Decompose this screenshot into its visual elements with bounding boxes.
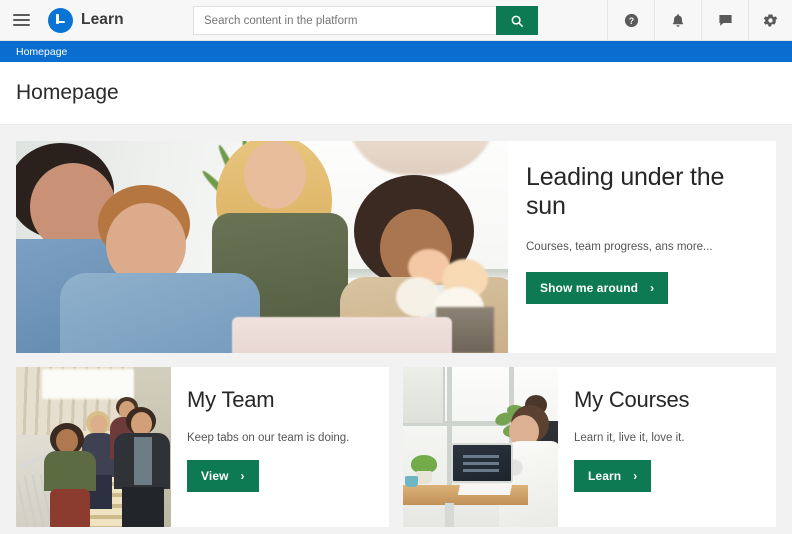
view-team-label: View: [201, 469, 229, 483]
person-ginger-beard-man: [60, 185, 260, 353]
laptop: [451, 443, 517, 487]
team-photo-scene: [16, 367, 171, 527]
my-team-heading: My Team: [187, 387, 275, 412]
notifications-bell-icon: [672, 13, 684, 27]
hamburger-line: [12, 19, 30, 21]
hamburger-line: [12, 14, 30, 16]
breadcrumb-item-homepage[interactable]: Homepage: [16, 46, 67, 58]
search-submit-button[interactable]: [496, 6, 538, 35]
help-icon: ?: [624, 13, 638, 27]
page-title-bar: Homepage: [0, 62, 792, 125]
chevron-right-icon: ›: [650, 281, 655, 295]
wall-cabinet: [403, 367, 445, 423]
show-me-around-label: Show me around: [540, 281, 639, 295]
learn-courses-button[interactable]: Learn ›: [574, 460, 652, 492]
notebook-paper: [457, 484, 513, 495]
chevron-right-icon: ›: [240, 469, 245, 483]
chevron-right-icon: ›: [633, 469, 638, 483]
brand-name-label: Learn: [81, 11, 124, 28]
coffee-cup: [405, 476, 418, 487]
cards-row: My Team Keep tabs on our team is doing. …: [16, 367, 776, 527]
my-courses-card[interactable]: My Courses Learn it, live it, love it. L…: [403, 367, 776, 527]
hero-heading: Leading under the sun: [526, 163, 725, 220]
help-icon-button[interactable]: ?: [607, 0, 654, 40]
learn-courses-label: Learn: [588, 469, 622, 483]
breadcrumb: Homepage: [0, 41, 792, 62]
courses-photo-scene: [403, 367, 558, 527]
hamburger-menu-icon[interactable]: [0, 0, 42, 41]
view-team-button[interactable]: View ›: [187, 460, 259, 492]
hamburger-line: [12, 24, 30, 26]
hero-photo-scene: [16, 141, 508, 353]
brand-logo-link[interactable]: Learn: [48, 7, 124, 33]
person-man-front-right: [112, 407, 171, 527]
search-icon: [511, 15, 524, 27]
my-courses-heading: My Courses: [574, 387, 690, 412]
hero-subtitle: Courses, team progress, ans more...: [526, 241, 713, 253]
my-team-image: [16, 367, 171, 527]
hero-text-panel: Leading under the sun Courses, team prog…: [508, 141, 776, 353]
hero-card[interactable]: Leading under the sun Courses, team prog…: [16, 141, 776, 353]
top-bar-actions: ?: [607, 0, 792, 40]
messages-chat-icon: [718, 14, 732, 26]
top-navigation-bar: Learn ?: [0, 0, 792, 41]
my-courses-text-panel: My Courses Learn it, live it, love it. L…: [558, 367, 776, 527]
notifications-icon-button[interactable]: [654, 0, 701, 40]
laptop-on-table: [232, 317, 452, 353]
main-content: Leading under the sun Courses, team prog…: [0, 125, 792, 534]
show-me-around-button[interactable]: Show me around ›: [526, 272, 669, 304]
settings-icon-button[interactable]: [748, 0, 792, 40]
my-courses-subtitle: Learn it, live it, love it.: [574, 432, 685, 444]
search-bar: [193, 6, 538, 35]
my-team-text-panel: My Team Keep tabs on our team is doing. …: [171, 367, 389, 527]
desk-leg: [445, 503, 454, 527]
settings-gear-icon: [763, 13, 778, 27]
my-courses-image: [403, 367, 558, 527]
svg-text:?: ?: [628, 15, 633, 25]
skylight: [42, 369, 134, 399]
page-title: Homepage: [16, 81, 119, 104]
person-woman-front-left: [44, 423, 104, 527]
hero-image: [16, 141, 508, 353]
messages-icon-button[interactable]: [701, 0, 748, 40]
my-team-card[interactable]: My Team Keep tabs on our team is doing. …: [16, 367, 389, 527]
search-input[interactable]: [193, 6, 496, 35]
my-team-subtitle: Keep tabs on our team is doing.: [187, 432, 350, 444]
learn-logo-icon: [48, 7, 73, 33]
